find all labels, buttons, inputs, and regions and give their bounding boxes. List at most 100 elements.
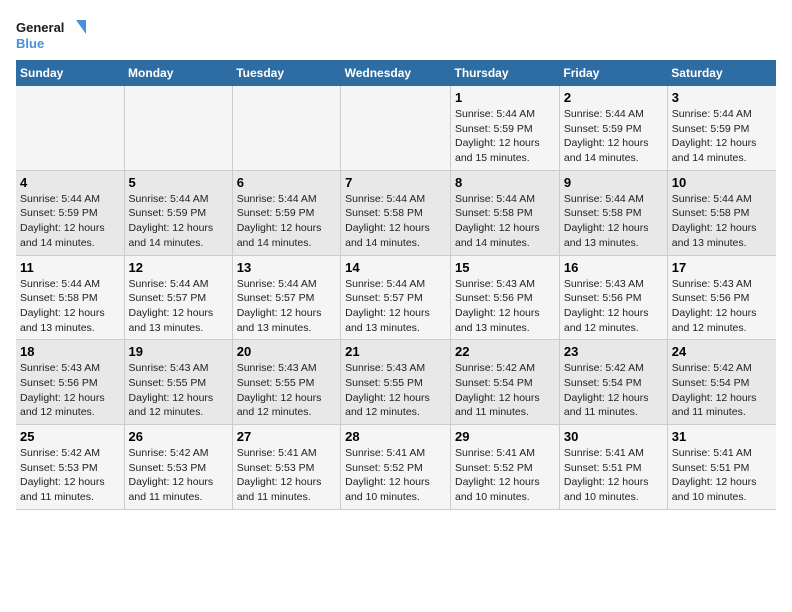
- day-number: 27: [237, 429, 336, 444]
- day-info: Sunrise: 5:44 AMSunset: 5:59 PMDaylight:…: [129, 192, 228, 251]
- page-header: General Blue: [16, 16, 776, 56]
- day-info: Sunrise: 5:43 AMSunset: 5:55 PMDaylight:…: [345, 361, 446, 420]
- day-info: Sunrise: 5:43 AMSunset: 5:56 PMDaylight:…: [455, 277, 555, 336]
- day-number: 7: [345, 175, 446, 190]
- calendar-cell: 28 Sunrise: 5:41 AMSunset: 5:52 PMDayligh…: [341, 425, 451, 510]
- calendar-cell: 30Sunrise: 5:41 AMSunset: 5:51 PMDayligh…: [559, 425, 667, 510]
- day-number: 25: [20, 429, 120, 444]
- week-row-2: 4 Sunrise: 5:44 AMSunset: 5:59 PMDaylight…: [16, 170, 776, 255]
- calendar-cell: 31 Sunrise: 5:41 AMSunset: 5:51 PMDayligh…: [667, 425, 776, 510]
- calendar-cell: 29Sunrise: 5:41 AMSunset: 5:52 PMDayligh…: [451, 425, 560, 510]
- calendar-cell: 2Sunrise: 5:44 AMSunset: 5:59 PMDaylight…: [559, 86, 667, 170]
- calendar-cell: [16, 86, 124, 170]
- week-row-1: 1 Sunrise: 5:44 AMSunset: 5:59 PMDaylight…: [16, 86, 776, 170]
- day-header-friday: Friday: [559, 60, 667, 86]
- calendar-cell: 7 Sunrise: 5:44 AMSunset: 5:58 PMDaylight…: [341, 170, 451, 255]
- week-row-5: 25 Sunrise: 5:42 AMSunset: 5:53 PMDayligh…: [16, 425, 776, 510]
- calendar-cell: 8 Sunrise: 5:44 AMSunset: 5:58 PMDaylight…: [451, 170, 560, 255]
- day-info: Sunrise: 5:41 AMSunset: 5:53 PMDaylight:…: [237, 446, 336, 505]
- calendar-cell: 23Sunrise: 5:42 AMSunset: 5:54 PMDayligh…: [559, 340, 667, 425]
- day-header-monday: Monday: [124, 60, 232, 86]
- day-info: Sunrise: 5:44 AMSunset: 5:59 PMDaylight:…: [455, 107, 555, 166]
- calendar-cell: 22 Sunrise: 5:42 AMSunset: 5:54 PMDayligh…: [451, 340, 560, 425]
- calendar-cell: 6 Sunrise: 5:44 AMSunset: 5:59 PMDaylight…: [232, 170, 340, 255]
- day-number: 15: [455, 260, 555, 275]
- day-info: Sunrise: 5:43 AMSunset: 5:55 PMDaylight:…: [237, 361, 336, 420]
- day-number: 8: [455, 175, 555, 190]
- day-header-saturday: Saturday: [667, 60, 776, 86]
- calendar-cell: 10 Sunrise: 5:44 AMSunset: 5:58 PMDayligh…: [667, 170, 776, 255]
- day-info: Sunrise: 5:43 AMSunset: 5:56 PMDaylight:…: [564, 277, 663, 336]
- calendar-cell: 11 Sunrise: 5:44 AMSunset: 5:58 PMDayligh…: [16, 255, 124, 340]
- calendar-cell: [341, 86, 451, 170]
- calendar-cell: 20 Sunrise: 5:43 AMSunset: 5:55 PMDayligh…: [232, 340, 340, 425]
- calendar-cell: 3Sunrise: 5:44 AMSunset: 5:59 PMDaylight…: [667, 86, 776, 170]
- day-number: 18: [20, 344, 120, 359]
- day-header-sunday: Sunday: [16, 60, 124, 86]
- day-info: Sunrise: 5:44 AMSunset: 5:59 PMDaylight:…: [564, 107, 663, 166]
- week-row-4: 18 Sunrise: 5:43 AMSunset: 5:56 PMDayligh…: [16, 340, 776, 425]
- day-info: Sunrise: 5:44 AMSunset: 5:57 PMDaylight:…: [345, 277, 446, 336]
- calendar-cell: 26 Sunrise: 5:42 AMSunset: 5:53 PMDayligh…: [124, 425, 232, 510]
- day-number: 12: [129, 260, 228, 275]
- days-header-row: SundayMondayTuesdayWednesdayThursdayFrid…: [16, 60, 776, 86]
- day-number: 11: [20, 260, 120, 275]
- day-number: 23: [564, 344, 663, 359]
- day-info: Sunrise: 5:44 AMSunset: 5:58 PMDaylight:…: [20, 277, 120, 336]
- day-info: Sunrise: 5:42 AMSunset: 5:54 PMDaylight:…: [455, 361, 555, 420]
- day-info: Sunrise: 5:43 AMSunset: 5:55 PMDaylight:…: [129, 361, 228, 420]
- calendar-cell: 15 Sunrise: 5:43 AMSunset: 5:56 PMDayligh…: [451, 255, 560, 340]
- day-number: 9: [564, 175, 663, 190]
- day-number: 6: [237, 175, 336, 190]
- day-number: 17: [672, 260, 772, 275]
- calendar-cell: 16 Sunrise: 5:43 AMSunset: 5:56 PMDayligh…: [559, 255, 667, 340]
- calendar-cell: 4Sunrise: 5:44 AMSunset: 5:59 PMDaylight…: [16, 170, 124, 255]
- svg-text:Blue: Blue: [16, 36, 44, 51]
- day-info: Sunrise: 5:42 AMSunset: 5:53 PMDaylight:…: [20, 446, 120, 505]
- day-header-wednesday: Wednesday: [341, 60, 451, 86]
- calendar-cell: 14 Sunrise: 5:44 AMSunset: 5:57 PMDayligh…: [341, 255, 451, 340]
- day-info: Sunrise: 5:44 AMSunset: 5:57 PMDaylight:…: [129, 277, 228, 336]
- day-number: 24: [672, 344, 772, 359]
- day-number: 30: [564, 429, 663, 444]
- day-number: 26: [129, 429, 228, 444]
- calendar-cell: 5 Sunrise: 5:44 AMSunset: 5:59 PMDaylight…: [124, 170, 232, 255]
- calendar-cell: 1 Sunrise: 5:44 AMSunset: 5:59 PMDaylight…: [451, 86, 560, 170]
- calendar-cell: 13Sunrise: 5:44 AMSunset: 5:57 PMDayligh…: [232, 255, 340, 340]
- day-number: 4: [20, 175, 120, 190]
- day-info: Sunrise: 5:42 AMSunset: 5:54 PMDaylight:…: [672, 361, 772, 420]
- logo-svg: General Blue: [16, 16, 86, 56]
- day-info: Sunrise: 5:44 AMSunset: 5:59 PMDaylight:…: [237, 192, 336, 251]
- day-number: 10: [672, 175, 772, 190]
- calendar-cell: 17Sunrise: 5:43 AMSunset: 5:56 PMDayligh…: [667, 255, 776, 340]
- calendar-cell: 27 Sunrise: 5:41 AMSunset: 5:53 PMDayligh…: [232, 425, 340, 510]
- day-number: 5: [129, 175, 228, 190]
- day-info: Sunrise: 5:44 AMSunset: 5:57 PMDaylight:…: [237, 277, 336, 336]
- day-number: 28: [345, 429, 446, 444]
- day-info: Sunrise: 5:44 AMSunset: 5:58 PMDaylight:…: [455, 192, 555, 251]
- svg-text:General: General: [16, 20, 64, 35]
- day-number: 19: [129, 344, 228, 359]
- day-number: 31: [672, 429, 772, 444]
- day-number: 22: [455, 344, 555, 359]
- day-info: Sunrise: 5:44 AMSunset: 5:58 PMDaylight:…: [345, 192, 446, 251]
- day-number: 20: [237, 344, 336, 359]
- day-header-thursday: Thursday: [451, 60, 560, 86]
- day-info: Sunrise: 5:41 AMSunset: 5:52 PMDaylight:…: [455, 446, 555, 505]
- calendar-cell: 21Sunrise: 5:43 AMSunset: 5:55 PMDayligh…: [341, 340, 451, 425]
- calendar-cell: [124, 86, 232, 170]
- day-info: Sunrise: 5:44 AMSunset: 5:59 PMDaylight:…: [672, 107, 772, 166]
- logo: General Blue: [16, 16, 86, 56]
- calendar-cell: 9 Sunrise: 5:44 AMSunset: 5:58 PMDaylight…: [559, 170, 667, 255]
- day-info: Sunrise: 5:42 AMSunset: 5:53 PMDaylight:…: [129, 446, 228, 505]
- day-number: 16: [564, 260, 663, 275]
- day-number: 14: [345, 260, 446, 275]
- day-info: Sunrise: 5:41 AMSunset: 5:51 PMDaylight:…: [672, 446, 772, 505]
- day-info: Sunrise: 5:44 AMSunset: 5:58 PMDaylight:…: [672, 192, 772, 251]
- day-number: 1: [455, 90, 555, 105]
- day-info: Sunrise: 5:41 AMSunset: 5:52 PMDaylight:…: [345, 446, 446, 505]
- day-info: Sunrise: 5:43 AMSunset: 5:56 PMDaylight:…: [20, 361, 120, 420]
- day-header-tuesday: Tuesday: [232, 60, 340, 86]
- day-info: Sunrise: 5:44 AMSunset: 5:58 PMDaylight:…: [564, 192, 663, 251]
- calendar-cell: 25 Sunrise: 5:42 AMSunset: 5:53 PMDayligh…: [16, 425, 124, 510]
